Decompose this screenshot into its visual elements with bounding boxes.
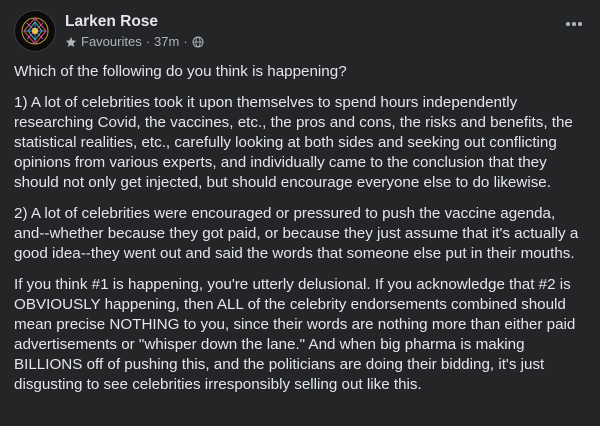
- avatar[interactable]: [14, 10, 56, 52]
- timestamp[interactable]: 37m: [154, 34, 179, 50]
- post-subline: Favourites · 37m ·: [65, 34, 204, 50]
- more-dot-1: [566, 22, 570, 26]
- globe-icon[interactable]: [192, 36, 204, 48]
- author-name[interactable]: Larken Rose: [65, 12, 204, 31]
- post-header: Larken Rose Favourites · 37m ·: [14, 10, 204, 52]
- geometric-symbol-icon: [21, 17, 49, 45]
- audience-label: Favourites: [81, 34, 142, 49]
- post-paragraph-option-2: 2) A lot of celebrities were encouraged …: [14, 205, 579, 262]
- star-icon: [65, 36, 77, 48]
- more-options-button[interactable]: [560, 14, 588, 34]
- more-dot-2: [572, 22, 576, 26]
- separator-dot-2: ·: [183, 34, 188, 49]
- more-dot-3: [578, 22, 582, 26]
- post-paragraph-question: Which of the following do you think is h…: [14, 63, 347, 80]
- post-meta: Larken Rose Favourites · 37m ·: [65, 12, 204, 50]
- facebook-post: Larken Rose Favourites · 37m · Which of …: [0, 0, 600, 426]
- post-paragraph-conclusion: If you think #1 is happening, you're utt…: [14, 276, 576, 393]
- post-paragraph-option-1: 1) A lot of celebrities took it upon the…: [14, 94, 573, 191]
- post-body: Which of the following do you think is h…: [14, 62, 588, 406]
- separator-dot: ·: [145, 34, 151, 49]
